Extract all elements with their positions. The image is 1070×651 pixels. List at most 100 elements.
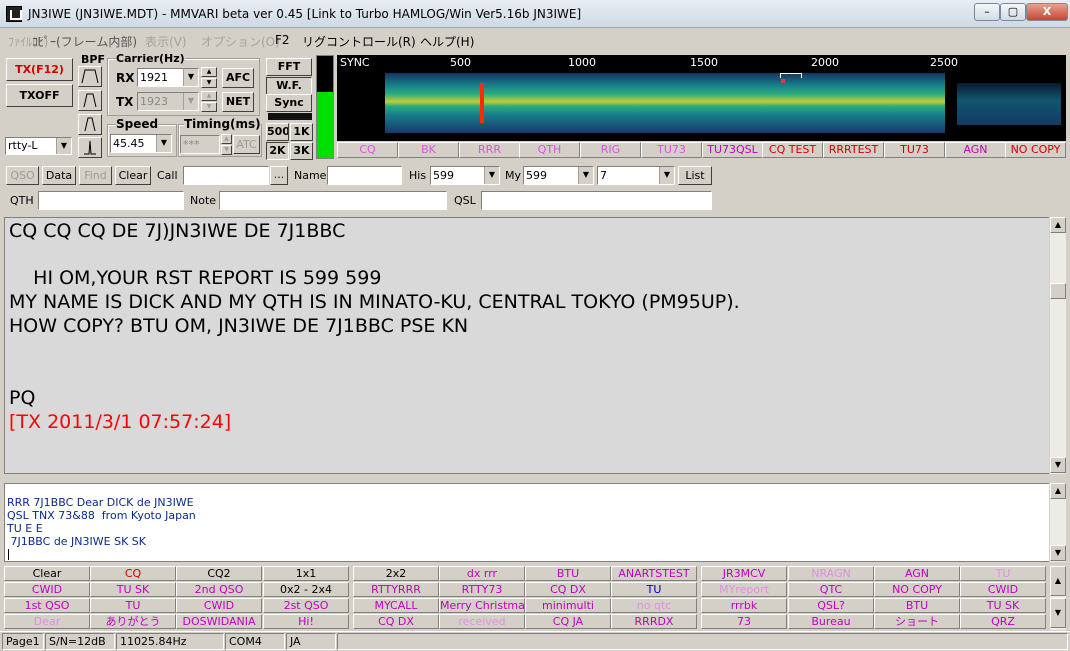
macro-button[interactable]: JR3MCV bbox=[701, 566, 787, 581]
macro-button[interactable]: NRAGN bbox=[788, 566, 874, 581]
call-input[interactable] bbox=[183, 166, 269, 185]
timing-down-button[interactable]: ▼ bbox=[221, 145, 232, 155]
tx-scrollbar[interactable]: ▲ ▼ bbox=[1049, 483, 1066, 562]
tx-text-area[interactable]: RRR 7J1BBC Dear DICK de JN3IWE QSL TNX 7… bbox=[4, 483, 1050, 562]
macro-button[interactable]: Dear bbox=[4, 614, 90, 629]
macro-tab[interactable]: NO COPY bbox=[1005, 142, 1066, 158]
macro-button[interactable]: rrrbk bbox=[701, 598, 787, 613]
menu-options[interactable]: オプション(O) bbox=[201, 33, 280, 50]
tx-down-button[interactable]: ▼ bbox=[201, 102, 217, 112]
my-rst-select[interactable]: 599 ▼ bbox=[523, 166, 594, 185]
macro-button[interactable]: TU SK bbox=[90, 582, 176, 597]
scroll-down-icon[interactable]: ▼ bbox=[1050, 545, 1066, 561]
macro-button[interactable]: no qtc bbox=[611, 598, 697, 613]
macro-button[interactable]: TU SK bbox=[960, 598, 1046, 613]
macro-tab[interactable]: AGN bbox=[945, 142, 1006, 158]
macro-button[interactable]: BTU bbox=[874, 598, 960, 613]
app-icon[interactable] bbox=[6, 6, 22, 22]
scroll-up-icon[interactable]: ▲ bbox=[1050, 217, 1066, 233]
macro-tab[interactable]: RRR bbox=[459, 142, 520, 158]
tx-up-button[interactable]: ▲ bbox=[201, 91, 217, 101]
macro-tab[interactable]: BK bbox=[398, 142, 459, 158]
qsl-input[interactable] bbox=[481, 191, 712, 210]
macro-button[interactable]: 1x1 bbox=[263, 566, 349, 581]
macro-button[interactable]: NO COPY bbox=[874, 582, 960, 597]
chevron-down-icon[interactable]: ▼ bbox=[578, 167, 593, 184]
macro-button[interactable]: Clear bbox=[4, 566, 90, 581]
macro-button[interactable]: CQ DX bbox=[353, 614, 439, 629]
macro-button[interactable]: RRRDX bbox=[611, 614, 697, 629]
macro-button[interactable]: CQ DX bbox=[525, 582, 611, 597]
scroll-up-icon[interactable]: ▲ bbox=[1050, 566, 1066, 596]
fft-button[interactable]: FFT bbox=[266, 58, 312, 76]
band-select[interactable]: 7 ▼ bbox=[597, 166, 675, 185]
macro-button[interactable]: Bureau bbox=[788, 614, 874, 629]
macro-button[interactable]: ANARTSTEST bbox=[611, 566, 697, 581]
sync-button[interactable]: Sync bbox=[266, 94, 312, 112]
chevron-down-icon[interactable]: ▼ bbox=[56, 138, 71, 154]
waterfall-button[interactable]: W.F. bbox=[266, 77, 312, 95]
macro-button[interactable]: CQ2 bbox=[176, 566, 262, 581]
macro-button[interactable]: RTTYRRR bbox=[353, 582, 439, 597]
qth-input[interactable] bbox=[38, 191, 184, 210]
macro-button[interactable]: AGN bbox=[874, 566, 960, 581]
macro-button[interactable]: DOSWIDANIA bbox=[176, 614, 262, 629]
scroll-up-icon[interactable]: ▲ bbox=[1050, 483, 1066, 499]
span-2k-button[interactable]: 2K bbox=[266, 142, 289, 160]
chevron-down-icon[interactable]: ▼ bbox=[183, 93, 198, 110]
bpf-wide-button[interactable] bbox=[78, 66, 102, 87]
scroll-down-icon[interactable]: ▼ bbox=[1050, 457, 1066, 473]
rx-scrollbar[interactable]: ▲ ▼ bbox=[1049, 217, 1066, 474]
scroll-down-icon[interactable]: ▼ bbox=[1050, 598, 1066, 628]
macro-button[interactable]: QSL? bbox=[788, 598, 874, 613]
menu-help[interactable]: ヘルプ(H) bbox=[420, 33, 474, 50]
macro-tab[interactable]: TU73QSL bbox=[702, 142, 763, 158]
rx-freq-select[interactable]: 1921 ▼ bbox=[137, 68, 199, 87]
chevron-down-icon[interactable]: ▼ bbox=[156, 135, 171, 152]
macro-button[interactable]: Hi! bbox=[263, 614, 349, 629]
macro-tab[interactable]: TU73 bbox=[884, 142, 945, 158]
menu-copy[interactable]: ｺﾋﾟｰ(フレーム内部) bbox=[32, 33, 137, 50]
macro-button[interactable]: CWID bbox=[4, 582, 90, 597]
macro-tab[interactable]: RRRTEST bbox=[823, 142, 884, 158]
net-button[interactable]: NET bbox=[222, 92, 254, 112]
bpf-narrow-button[interactable] bbox=[78, 114, 102, 135]
macro-button[interactable]: BTU bbox=[525, 566, 611, 581]
macro-button[interactable]: 0x2 - 2x4 bbox=[263, 582, 349, 597]
bpf-vnarrow-button[interactable] bbox=[78, 137, 102, 158]
afc-button[interactable]: AFC bbox=[222, 68, 254, 88]
list-button[interactable]: List bbox=[678, 166, 712, 185]
macro-button[interactable]: ありがとう bbox=[90, 614, 176, 629]
macro-button[interactable]: dx rrr bbox=[439, 566, 525, 581]
maximize-button[interactable]: ▢ bbox=[1000, 3, 1026, 21]
macro-scrollbar[interactable]: ▲ ▼ bbox=[1049, 566, 1066, 630]
timing-up-button[interactable]: ▲ bbox=[221, 134, 232, 144]
span-3k-button[interactable]: 3K bbox=[290, 142, 313, 160]
macro-tab[interactable]: QTH bbox=[519, 142, 580, 158]
macro-button[interactable]: 73 bbox=[701, 614, 787, 629]
macro-tab[interactable]: CQ bbox=[337, 142, 398, 158]
waterfall-display[interactable]: SYNC 500 1000 1500 2000 2500 bbox=[337, 55, 1066, 141]
span-1k-button[interactable]: 1K bbox=[290, 123, 313, 141]
chevron-down-icon[interactable]: ▼ bbox=[484, 167, 499, 184]
macro-button[interactable]: 2x2 bbox=[353, 566, 439, 581]
minimize-button[interactable]: – bbox=[974, 3, 1000, 21]
macro-button[interactable]: TU bbox=[90, 598, 176, 613]
span-500-button[interactable]: 500 bbox=[266, 123, 289, 141]
his-rst-select[interactable]: 599 ▼ bbox=[430, 166, 500, 185]
macro-button[interactable]: received bbox=[439, 614, 525, 629]
menu-view[interactable]: 表示(V) bbox=[145, 33, 187, 50]
qso-button[interactable]: QSO bbox=[6, 166, 39, 185]
macro-tab[interactable]: CQ TEST bbox=[762, 142, 823, 158]
macro-button[interactable]: minimulti bbox=[525, 598, 611, 613]
txoff-button[interactable]: TXOFF bbox=[6, 84, 73, 107]
macro-button[interactable]: Merry Christmas bbox=[439, 598, 525, 613]
macro-tab[interactable]: TU73 bbox=[641, 142, 702, 158]
speed-select[interactable]: 45.45 ▼ bbox=[110, 134, 172, 153]
clear-button[interactable]: Clear bbox=[115, 166, 151, 185]
macro-button[interactable]: 2nd QSO bbox=[176, 582, 262, 597]
note-input[interactable] bbox=[219, 191, 447, 210]
atc-button[interactable]: ATC bbox=[233, 135, 260, 154]
macro-button[interactable]: CWID bbox=[960, 582, 1046, 597]
macro-button[interactable]: QRZ bbox=[960, 614, 1046, 629]
